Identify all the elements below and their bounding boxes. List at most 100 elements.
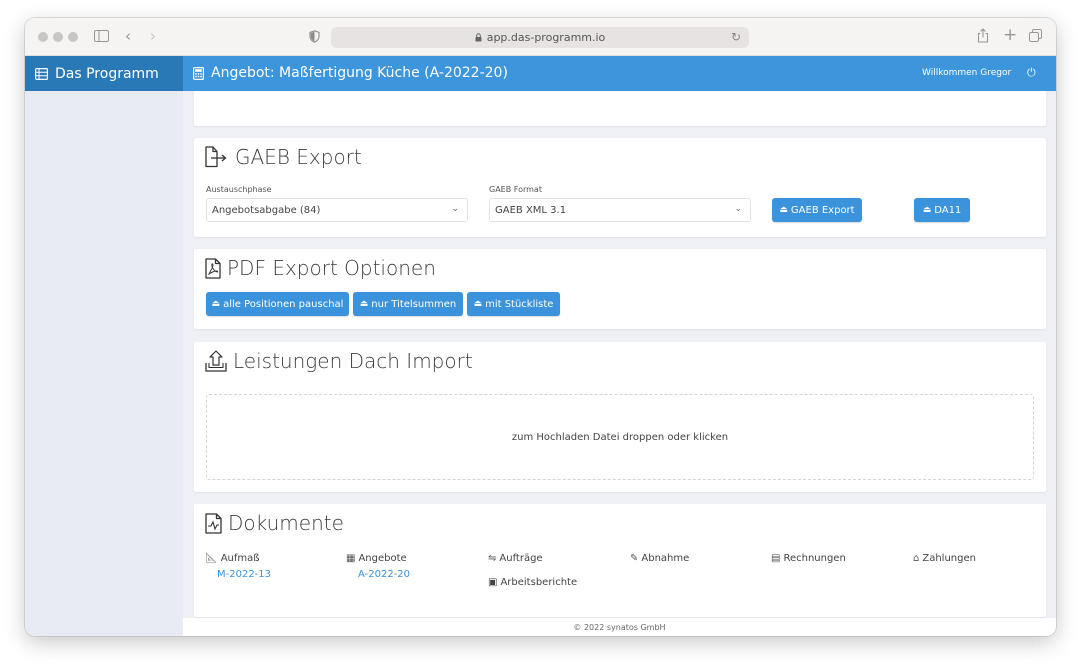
da11-button[interactable]: ⏏ DA11 — [914, 198, 970, 222]
download-icon: ⏏ — [211, 299, 221, 309]
phase-select[interactable]: Angebotsabgabe (84) ⌄ — [206, 198, 468, 222]
shield-icon[interactable] — [309, 30, 320, 46]
minimize-window-button[interactable] — [53, 32, 63, 42]
doc-angebote-label: Angebote — [358, 553, 407, 564]
doc-auftraege-label: Aufträge — [499, 553, 543, 564]
chevron-down-icon: ⌄ — [451, 204, 459, 214]
main-content: GAEB Export Austauschphase Angebotsabgab… — [183, 91, 1056, 636]
ruler-icon: 📐︎ — [205, 553, 218, 564]
pdf-all-positions-button[interactable]: ⏏ alle Positionen pauschal — [206, 292, 349, 316]
back-icon[interactable]: ‹ — [125, 29, 131, 44]
tab-overview-icon[interactable] — [1029, 29, 1042, 45]
download-icon: ⏏ — [779, 205, 788, 215]
doc-abnahme-header[interactable]: ✎ Abnahme — [630, 553, 689, 564]
gaeb-export-card: GAEB Export Austauschphase Angebotsabgab… — [194, 138, 1046, 237]
gaeb-export-button-label: GAEB Export — [790, 204, 855, 216]
calculator-icon — [193, 66, 204, 80]
pdf-parts-list-label: mit Stückliste — [485, 298, 554, 310]
welcome-text: Willkommen Gregor — [922, 68, 1012, 78]
pdf-title-sums-label: nur Titelsummen — [371, 298, 457, 310]
footer: © 2022 synatos GmbH — [183, 618, 1056, 636]
file-pdf-icon — [205, 257, 221, 279]
download-icon: ⏏ — [473, 299, 483, 309]
dropzone-text: zum Hochladen Datei droppen oder klicken — [511, 431, 729, 443]
da11-button-label: DA11 — [934, 204, 962, 216]
zoom-window-button[interactable] — [68, 32, 78, 42]
doc-aufmass-link[interactable]: M-2022-13 — [217, 569, 271, 580]
phase-select-value: Angebotsabgabe (84) — [212, 204, 321, 216]
import-title-text: Leistungen Dach Import — [233, 349, 473, 373]
page-title-text: Angebot: Maßfertigung Küche (A-2022-20) — [211, 65, 508, 81]
doc-arbeitsberichte-header[interactable]: ▣ Arbeitsberichte — [488, 577, 577, 588]
address-bar[interactable]: app.das-programm.io ↻ — [331, 27, 749, 48]
pdf-export-title: PDF Export Optionen — [205, 256, 436, 280]
doc-column-rechnungen: ▤ Rechnungen — [771, 553, 846, 564]
lock-icon — [475, 33, 482, 42]
share-icon[interactable] — [977, 28, 989, 46]
pdf-all-positions-label: alle Positionen pauschal — [223, 298, 344, 310]
doc-rechnungen-label: Rechnungen — [783, 553, 846, 564]
pdf-title-sums-button[interactable]: ⏏ nur Titelsummen — [353, 292, 463, 316]
import-title: Leistungen Dach Import — [205, 349, 473, 373]
documents-card: Dokumente 📐︎ Aufmaß M-2022-13 ▦ Angebote… — [194, 504, 1046, 617]
format-select-value: GAEB XML 3.1 — [495, 204, 567, 216]
reload-icon[interactable]: ↻ — [731, 30, 741, 44]
doc-auftraege-header[interactable]: ⇋ Aufträge — [488, 553, 577, 564]
app-brand[interactable]: Das Programm — [25, 56, 183, 91]
new-tab-icon[interactable]: + — [1003, 27, 1017, 44]
bank-icon: ⌂ — [913, 553, 920, 564]
file-dropzone[interactable]: zum Hochladen Datei droppen oder klicken — [206, 394, 1034, 480]
pdf-export-card: PDF Export Optionen ⏏ alle Positionen pa… — [194, 249, 1046, 329]
previous-card — [194, 91, 1046, 126]
doc-angebote-header[interactable]: ▦ Angebote — [346, 553, 410, 564]
gaeb-export-title-text: GAEB Export — [235, 145, 362, 169]
pdf-parts-list-button[interactable]: ⏏ mit Stückliste — [467, 292, 560, 316]
sidebar — [25, 91, 183, 636]
id-card-icon: ▣ — [488, 577, 498, 588]
upload-icon — [205, 350, 227, 372]
file-export-icon — [205, 146, 227, 168]
top-bar: Angebot: Maßfertigung Küche (A-2022-20) … — [183, 56, 1056, 91]
format-select[interactable]: GAEB XML 3.1 ⌄ — [489, 198, 751, 222]
doc-aufmass-label: Aufmaß — [220, 553, 260, 564]
page-title: Angebot: Maßfertigung Küche (A-2022-20) — [193, 65, 508, 81]
doc-column-angebote: ▦ Angebote A-2022-20 — [346, 553, 410, 580]
doc-column-auftraege: ⇋ Aufträge ▣ Arbeitsberichte — [488, 553, 577, 588]
forward-icon[interactable]: › — [150, 29, 156, 44]
sidebar-toggle-icon[interactable] — [94, 30, 109, 45]
documents-title: Dokumente — [205, 511, 344, 535]
doc-column-zahlungen: ⌂ Zahlungen — [913, 553, 976, 564]
doc-arbeitsberichte-label: Arbeitsberichte — [500, 577, 578, 588]
gaeb-export-title: GAEB Export — [205, 145, 362, 169]
chevron-down-icon: ⌄ — [734, 204, 742, 214]
app-name: Das Programm — [55, 65, 159, 82]
calculator-icon: ▦ — [346, 553, 356, 564]
doc-column-abnahme: ✎ Abnahme — [630, 553, 689, 564]
format-label: GAEB Format — [489, 185, 542, 194]
documents-title-text: Dokumente — [228, 511, 344, 535]
doc-abnahme-label: Abnahme — [641, 553, 690, 564]
doc-rechnungen-header[interactable]: ▤ Rechnungen — [771, 553, 846, 564]
signature-icon: ✎ — [630, 553, 639, 564]
url-text: app.das-programm.io — [486, 31, 606, 44]
file-chart-icon — [205, 512, 222, 534]
footer-text: © 2022 synatos GmbH — [573, 622, 666, 632]
doc-angebote-link[interactable]: A-2022-20 — [358, 569, 410, 580]
doc-aufmass-header[interactable]: 📐︎ Aufmaß — [205, 553, 271, 564]
handshake-icon: ⇋ — [488, 553, 497, 564]
doc-zahlungen-header[interactable]: ⌂ Zahlungen — [913, 553, 976, 564]
invoice-icon: ▤ — [771, 553, 781, 564]
close-window-button[interactable] — [38, 32, 48, 42]
import-card: Leistungen Dach Import zum Hochladen Dat… — [194, 342, 1046, 492]
doc-zahlungen-label: Zahlungen — [922, 553, 976, 564]
browser-toolbar: ‹ › app.das-programm.io ↻ + — [25, 18, 1056, 56]
gaeb-export-button[interactable]: ⏏ GAEB Export — [772, 198, 862, 222]
browser-window: ‹ › app.das-programm.io ↻ + Das Programm… — [25, 18, 1056, 636]
doc-column-aufmass: 📐︎ Aufmaß M-2022-13 — [205, 553, 271, 580]
power-icon[interactable]: ⏻ — [1027, 66, 1036, 80]
list-icon — [35, 67, 48, 80]
download-icon: ⏏ — [922, 205, 932, 215]
download-icon: ⏏ — [359, 299, 369, 309]
pdf-export-title-text: PDF Export Optionen — [227, 256, 436, 280]
phase-label: Austauschphase — [206, 185, 272, 194]
